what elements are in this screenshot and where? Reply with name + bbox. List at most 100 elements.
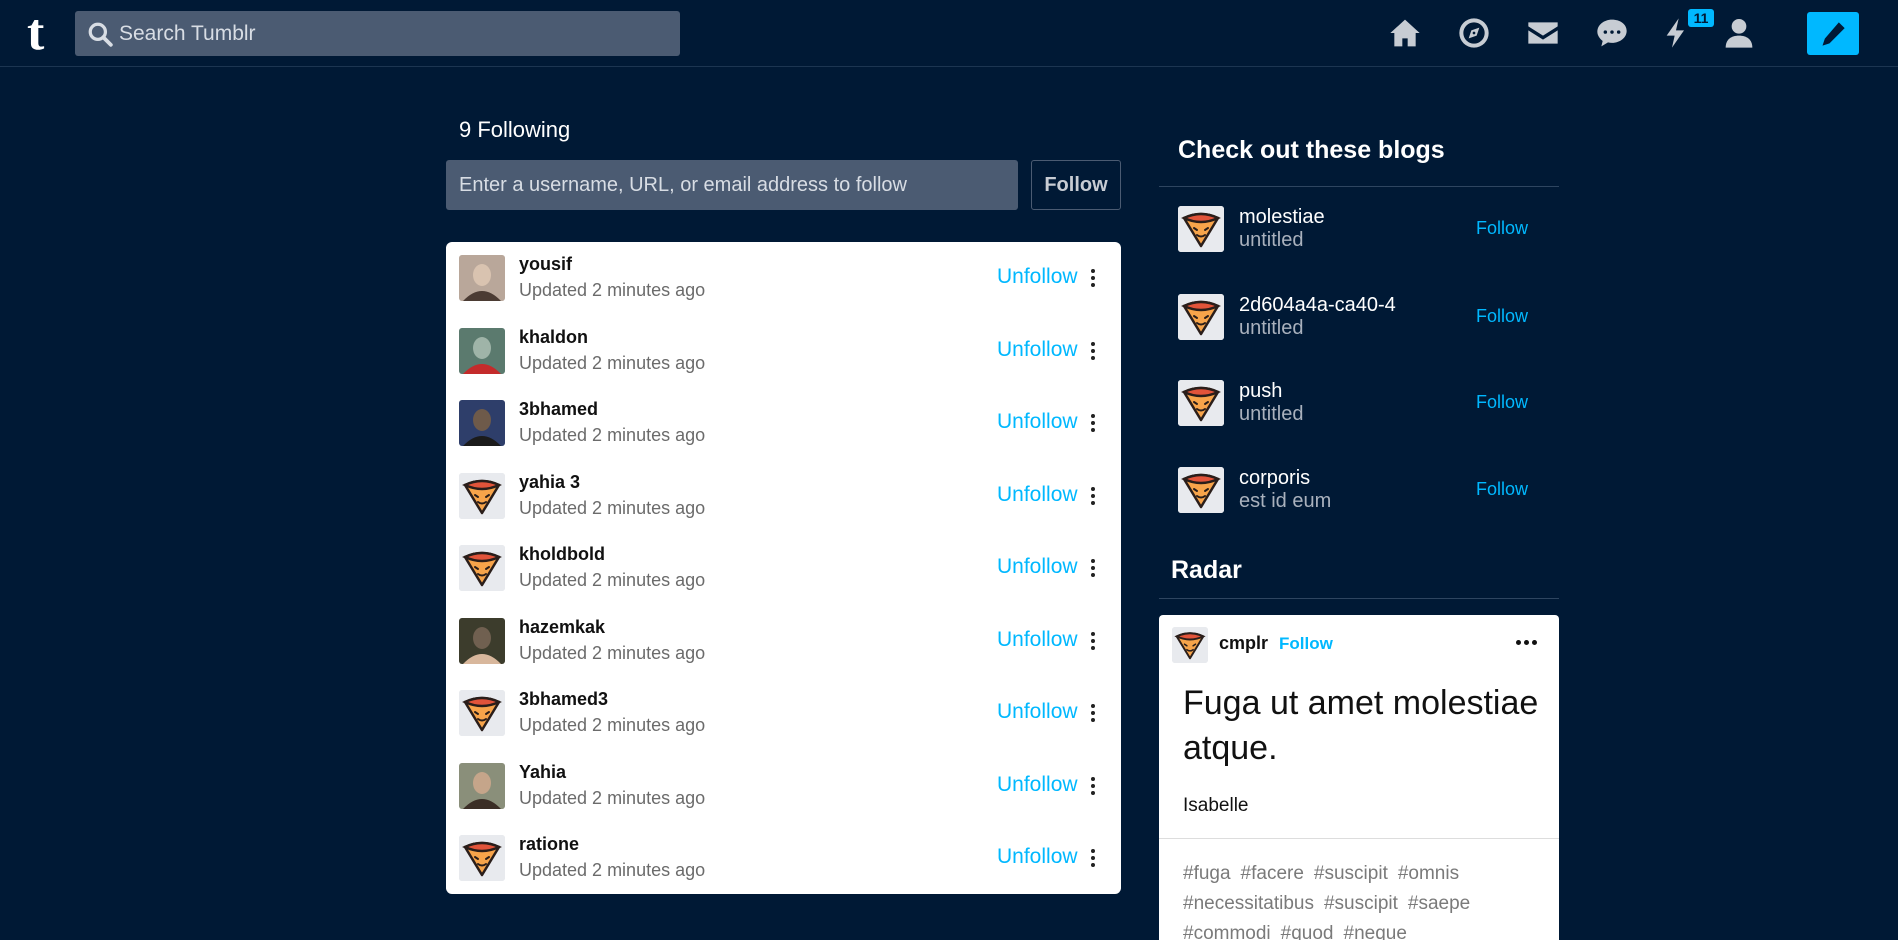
follow-link[interactable]: Follow <box>1476 479 1528 500</box>
cone-avatar-icon <box>1178 380 1224 426</box>
post-tag[interactable]: #fuga <box>1183 859 1231 889</box>
blog-avatar[interactable] <box>1178 206 1224 252</box>
blog-avatar[interactable] <box>459 255 505 301</box>
more-options-icon[interactable] <box>1086 843 1100 873</box>
user-photo <box>459 762 505 809</box>
blog-name[interactable]: yousif <box>519 254 572 275</box>
post-tag[interactable]: #saepe <box>1408 889 1470 919</box>
recommended-blogs-title: Check out these blogs <box>1178 136 1445 164</box>
follow-submit-button[interactable]: Follow <box>1031 160 1121 210</box>
more-options-icon[interactable] <box>1086 698 1100 728</box>
user-photo <box>459 327 505 374</box>
blog-name[interactable]: Yahia <box>519 762 566 783</box>
blog-name[interactable]: push <box>1239 380 1282 403</box>
search-input[interactable] <box>119 21 659 46</box>
cone-avatar-icon <box>459 690 505 736</box>
post-blog-name[interactable]: cmplr <box>1219 633 1268 654</box>
unfollow-button[interactable]: Unfollow <box>997 338 1078 362</box>
post-more-options-icon[interactable] <box>1516 640 1537 645</box>
following-row: khaldon Updated 2 minutes ago Unfollow <box>446 322 1121 395</box>
following-row: yahia 3 Updated 2 minutes ago Unfollow <box>446 467 1121 540</box>
compose-button[interactable] <box>1807 12 1859 55</box>
blog-name[interactable]: 3bhamed3 <box>519 689 608 710</box>
blog-avatar[interactable] <box>459 545 505 591</box>
blog-name[interactable]: hazemkak <box>519 617 605 638</box>
user-photo <box>459 255 505 301</box>
follow-link[interactable]: Follow <box>1476 306 1528 327</box>
blog-name[interactable]: ratione <box>519 834 579 855</box>
blog-name[interactable]: molestiae <box>1239 206 1325 229</box>
post-tag[interactable]: #omnis <box>1398 859 1459 889</box>
unfollow-button[interactable]: Unfollow <box>997 265 1078 289</box>
following-row: 3bhamed Updated 2 minutes ago Unfollow <box>446 394 1121 467</box>
blog-avatar[interactable] <box>459 400 505 446</box>
following-list: yousif Updated 2 minutes ago Unfollow kh… <box>446 242 1121 894</box>
cone-avatar-icon <box>459 835 505 881</box>
more-options-icon[interactable] <box>1086 336 1100 366</box>
compose-icon <box>1822 21 1845 47</box>
blog-name[interactable]: 2d604a4a-ca40-4 <box>1239 294 1396 317</box>
inbox-icon[interactable] <box>1524 14 1562 52</box>
user-photo <box>459 400 505 446</box>
post-tag[interactable]: #neque <box>1344 919 1407 940</box>
blog-avatar[interactable] <box>1178 380 1224 426</box>
blog-updated-time: Updated 2 minutes ago <box>519 860 706 880</box>
blog-avatar[interactable] <box>459 472 505 519</box>
radar-title: Radar <box>1171 556 1242 584</box>
blog-name[interactable]: 3bhamed <box>519 399 598 420</box>
post-tag[interactable]: #suscipit <box>1324 889 1398 919</box>
more-options-icon[interactable] <box>1086 481 1100 511</box>
blog-name[interactable]: yahia 3 <box>519 472 580 493</box>
post-tag[interactable]: #suscipit <box>1314 859 1388 889</box>
cone-avatar-icon <box>1178 294 1224 340</box>
messages-icon[interactable] <box>1593 14 1631 52</box>
post-tag[interactable]: #facere <box>1241 859 1304 889</box>
blog-updated-time: Updated 2 minutes ago <box>519 642 706 663</box>
home-icon[interactable] <box>1386 14 1424 52</box>
blog-avatar[interactable] <box>1172 627 1208 663</box>
more-options-icon[interactable] <box>1086 626 1100 656</box>
unfollow-button[interactable]: Unfollow <box>997 700 1078 724</box>
more-options-icon[interactable] <box>1086 408 1100 438</box>
blog-name[interactable]: khaldon <box>519 327 588 348</box>
blog-updated-time: Updated 2 minutes ago <box>519 352 706 373</box>
post-tag[interactable]: #quod <box>1281 919 1334 940</box>
more-options-icon[interactable] <box>1086 553 1100 583</box>
blog-name[interactable]: corporis <box>1239 467 1310 490</box>
following-row: hazemkak Updated 2 minutes ago Unfollow <box>446 612 1121 685</box>
account-icon[interactable] <box>1720 14 1758 52</box>
search-bar[interactable] <box>75 11 680 56</box>
blog-name[interactable]: kholdbold <box>519 544 605 565</box>
follow-link[interactable]: Follow <box>1476 392 1528 413</box>
more-options-icon[interactable] <box>1086 263 1100 293</box>
more-options-icon[interactable] <box>1086 771 1100 801</box>
unfollow-button[interactable]: Unfollow <box>997 773 1078 797</box>
post-tag[interactable]: #commodi <box>1183 919 1271 940</box>
post-body: Isabelle <box>1183 795 1249 816</box>
unfollow-button[interactable]: Unfollow <box>997 628 1078 652</box>
radar-post-card: cmplr Follow Fuga ut amet molestiae atqu… <box>1159 615 1559 940</box>
blog-avatar[interactable] <box>459 617 505 664</box>
unfollow-button[interactable]: Unfollow <box>997 483 1078 507</box>
unfollow-button[interactable]: Unfollow <box>997 845 1078 869</box>
post-tag[interactable]: #necessitatibus <box>1183 889 1314 919</box>
follow-username-input[interactable] <box>446 160 1018 210</box>
blog-avatar[interactable] <box>1178 467 1224 513</box>
post-follow-link[interactable]: Follow <box>1279 634 1333 654</box>
explore-icon[interactable] <box>1455 14 1493 52</box>
unfollow-button[interactable]: Unfollow <box>997 555 1078 579</box>
blog-updated-time: Updated 2 minutes ago <box>519 787 706 808</box>
blog-avatar[interactable] <box>459 690 505 736</box>
post-tags: #fuga #facere #suscipit #omnis#necessitatib… <box>1183 859 1543 940</box>
blog-subtitle: untitled <box>1239 403 1304 425</box>
top-bar: t 11 <box>0 0 1898 67</box>
cone-avatar-icon <box>1178 206 1224 252</box>
blog-avatar[interactable] <box>459 762 505 809</box>
blog-updated-time: Updated 2 minutes ago <box>519 715 706 735</box>
follow-link[interactable]: Follow <box>1476 218 1528 239</box>
unfollow-button[interactable]: Unfollow <box>997 410 1078 434</box>
blog-avatar[interactable] <box>459 835 505 881</box>
tumblr-logo[interactable]: t <box>27 7 57 59</box>
blog-avatar[interactable] <box>459 327 505 374</box>
blog-avatar[interactable] <box>1178 294 1224 340</box>
